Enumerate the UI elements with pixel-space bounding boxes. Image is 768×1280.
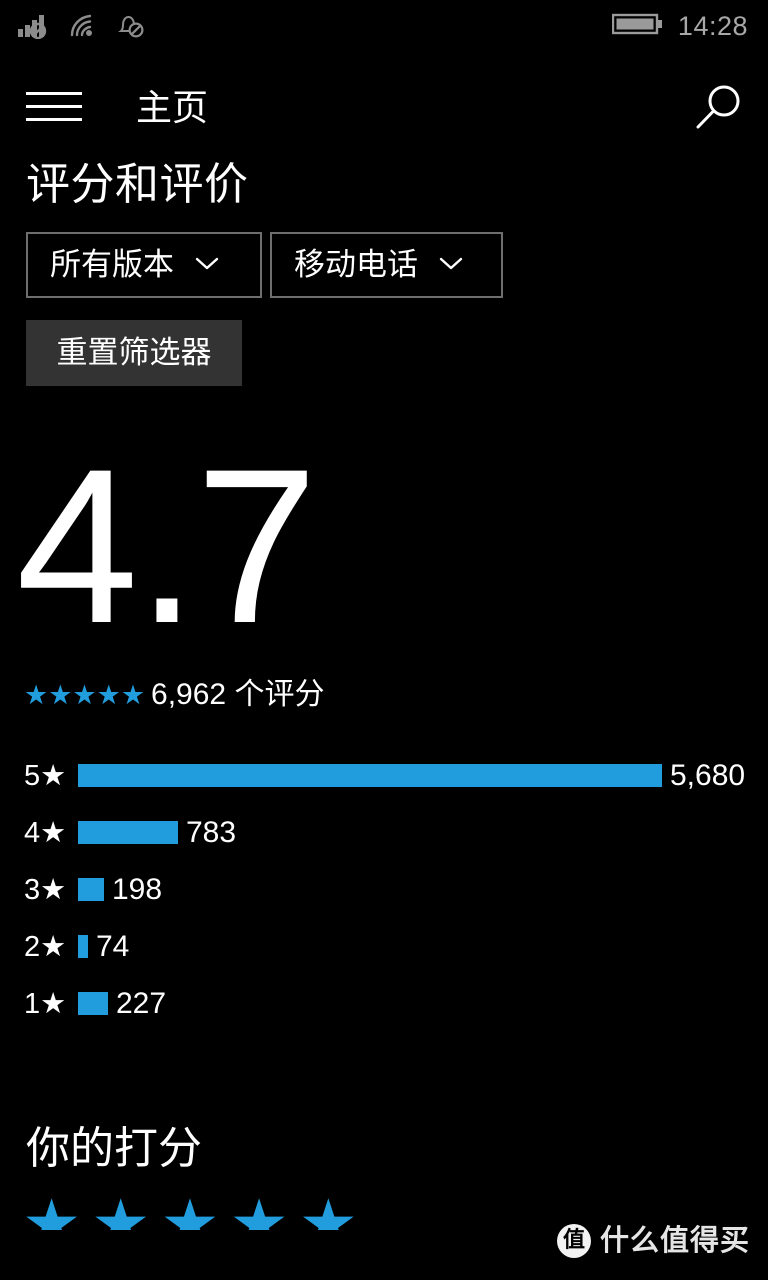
filter-row: 所有版本 移动电话	[0, 232, 768, 298]
app-bar-title: 主页	[136, 87, 209, 128]
app-bar: 主页	[0, 58, 768, 142]
histogram-value: 198	[112, 872, 163, 906]
chevron-down-icon	[438, 255, 464, 276]
histogram-value: 5,680	[670, 758, 746, 792]
hamburger-menu-icon[interactable]	[26, 92, 82, 124]
status-bar-clock: 14:28	[677, 11, 748, 41]
histogram-star-label: 1★	[24, 987, 67, 1020]
hamburger-line	[26, 105, 82, 108]
reset-filters-button[interactable]: 重置筛选器	[26, 320, 242, 386]
histogram-star-label: 3★	[24, 873, 67, 906]
battery-icon	[611, 11, 664, 42]
watermark: 值 什么值得买	[556, 1224, 750, 1258]
status-bar: 14:28	[0, 0, 768, 58]
histogram-bar	[78, 878, 104, 901]
average-star-rating: ★★★★★	[24, 680, 145, 710]
table-row[interactable]: 3★ 198	[24, 861, 768, 918]
histogram-star-label: 4★	[24, 816, 67, 849]
table-row[interactable]: 1★ 227	[24, 975, 768, 1032]
star-icon[interactable]: ★	[91, 1190, 150, 1230]
your-rating-title: 你的打分	[26, 1124, 202, 1173]
device-filter-value: 移动电话	[294, 247, 418, 282]
histogram-bar	[78, 821, 178, 844]
version-filter-value: 所有版本	[50, 247, 174, 282]
rating-histogram: 5★ 5,680 4★ 783 3★ 198 2★ 74 1★ 227	[0, 747, 768, 1032]
wifi-off-icon	[68, 13, 100, 44]
table-row[interactable]: 4★ 783	[24, 804, 768, 861]
rating-summary: ★★★★★ 6,962 个评分	[0, 677, 768, 713]
histogram-value: 74	[96, 929, 130, 963]
star-icon[interactable]: ★	[230, 1190, 289, 1230]
status-bar-left-icons	[18, 13, 146, 44]
chevron-down-icon	[194, 255, 220, 276]
watermark-text: 什么值得买	[599, 1225, 750, 1257]
table-row[interactable]: 2★ 74	[24, 918, 768, 975]
hamburger-line	[26, 118, 82, 121]
histogram-star-label: 2★	[24, 930, 67, 963]
star-icon[interactable]: ★	[160, 1190, 219, 1230]
table-row[interactable]: 5★ 5,680	[24, 747, 768, 804]
cellular-signal-off-icon	[18, 13, 52, 44]
histogram-bar	[78, 764, 662, 787]
device-filter-dropdown[interactable]: 移动电话	[270, 232, 503, 298]
histogram-bar	[78, 992, 108, 1015]
star-icon: ★★★★★	[24, 680, 146, 710]
search-icon[interactable]	[688, 80, 748, 136]
star-icon[interactable]: ★	[299, 1190, 358, 1230]
average-score: 4.7	[16, 423, 318, 669]
page-title: 评分和评价	[26, 160, 249, 209]
histogram-star-label: 5★	[24, 759, 67, 792]
hamburger-line	[26, 92, 82, 95]
main-content: 评分和评价 所有版本 移动电话 重置筛选器 4.7 ★★★★★ 6,962 个评…	[0, 142, 768, 1230]
histogram-bar	[78, 935, 88, 958]
watermark-logo-icon: 值	[556, 1224, 591, 1258]
histogram-value: 227	[116, 986, 167, 1020]
notification-bell-off-icon	[116, 13, 146, 44]
status-bar-right: 14:28	[611, 10, 748, 42]
rating-count-label: 6,962 个评分	[151, 678, 325, 711]
histogram-value: 783	[186, 815, 237, 849]
version-filter-dropdown[interactable]: 所有版本	[26, 232, 262, 298]
star-icon[interactable]: ★	[22, 1190, 81, 1230]
